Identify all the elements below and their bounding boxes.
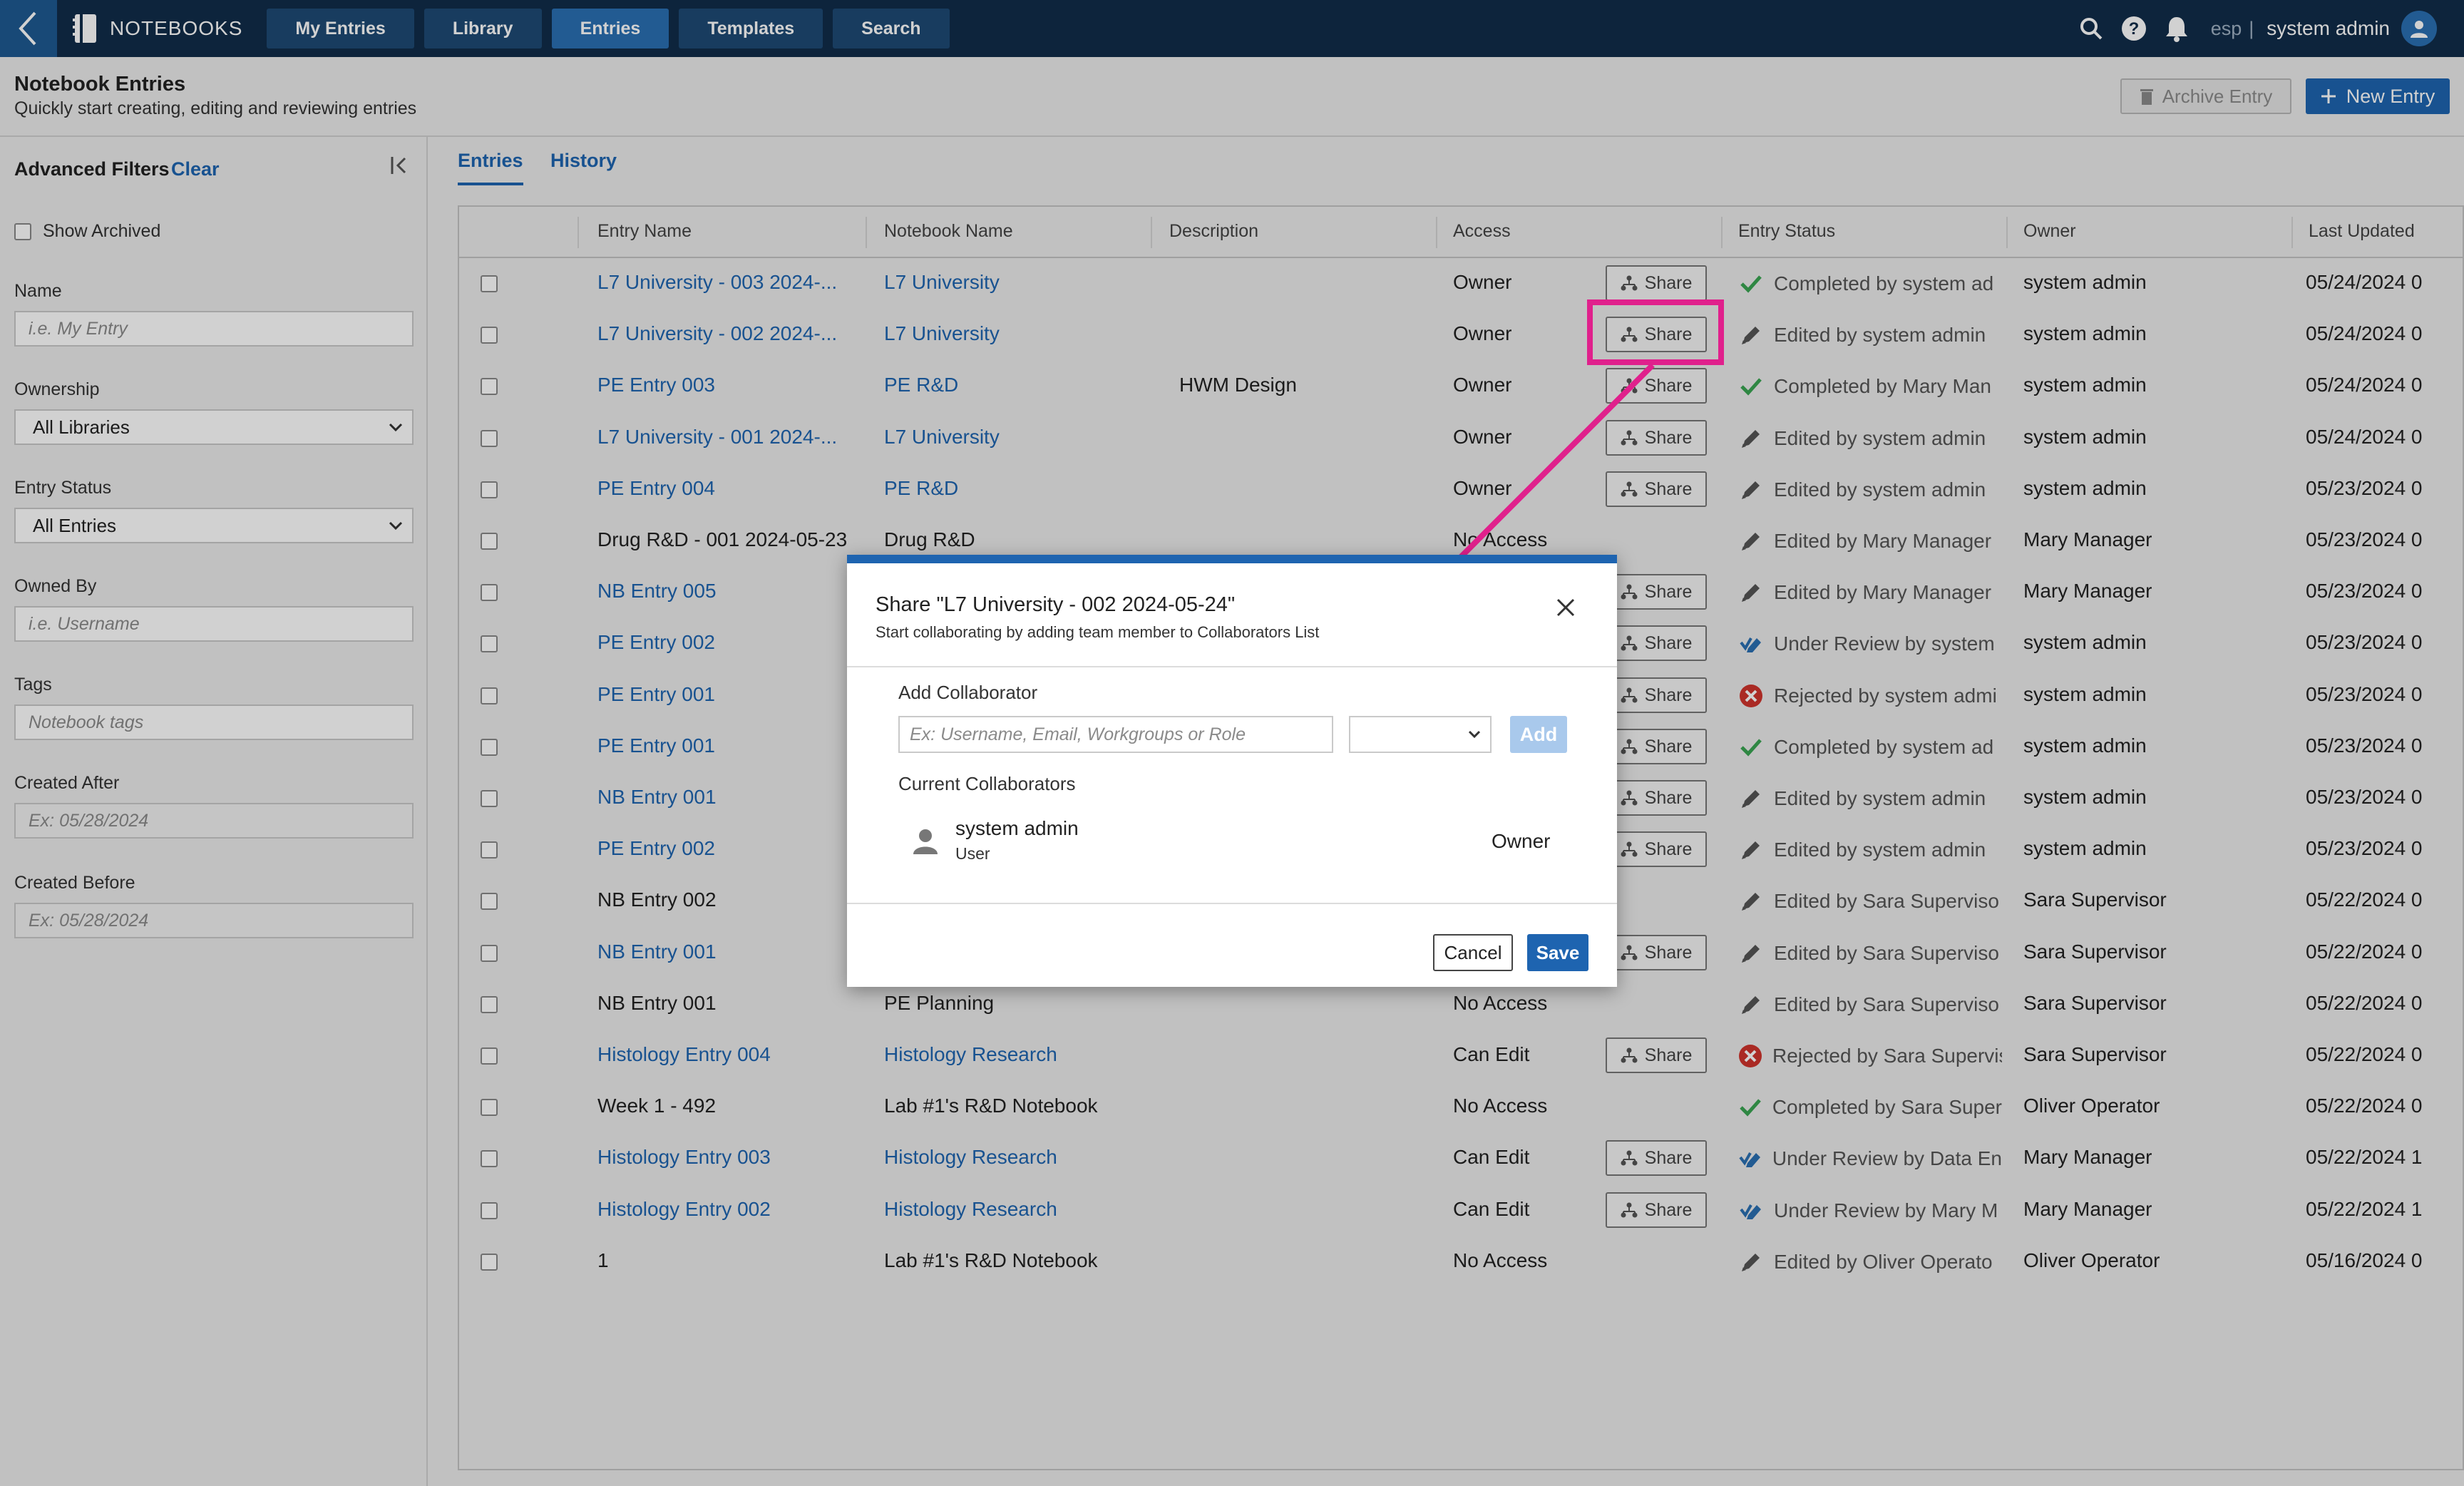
share-dialog-title: Share "L7 University - 002 2024-05-24" bbox=[876, 593, 1236, 616]
close-icon[interactable] bbox=[1556, 598, 1576, 621]
save-button[interactable]: Save bbox=[1527, 934, 1588, 971]
modal-divider bbox=[847, 903, 1617, 904]
chevron-down-icon bbox=[1468, 730, 1481, 739]
collaborator-type: User bbox=[955, 844, 990, 863]
highlight-annotation bbox=[1587, 299, 1724, 365]
collaborator-role: Owner bbox=[1492, 830, 1551, 852]
collaborator-role-select[interactable] bbox=[1349, 716, 1492, 753]
user-icon bbox=[911, 827, 940, 859]
collaborator-name: system admin bbox=[955, 817, 1079, 839]
current-collaborators-label: Current Collaborators bbox=[898, 773, 1076, 794]
share-dialog: Share "L7 University - 002 2024-05-24" S… bbox=[847, 555, 1617, 987]
add-collaborator-label: Add Collaborator bbox=[898, 682, 1038, 703]
share-dialog-subtitle: Start collaborating by adding team membe… bbox=[876, 623, 1320, 641]
cancel-button[interactable]: Cancel bbox=[1433, 934, 1513, 971]
add-collaborator-button[interactable]: Add bbox=[1510, 716, 1567, 753]
modal-divider bbox=[847, 666, 1617, 667]
collaborator-search-input[interactable]: Ex: Username, Email, Workgroups or Role bbox=[898, 716, 1333, 753]
